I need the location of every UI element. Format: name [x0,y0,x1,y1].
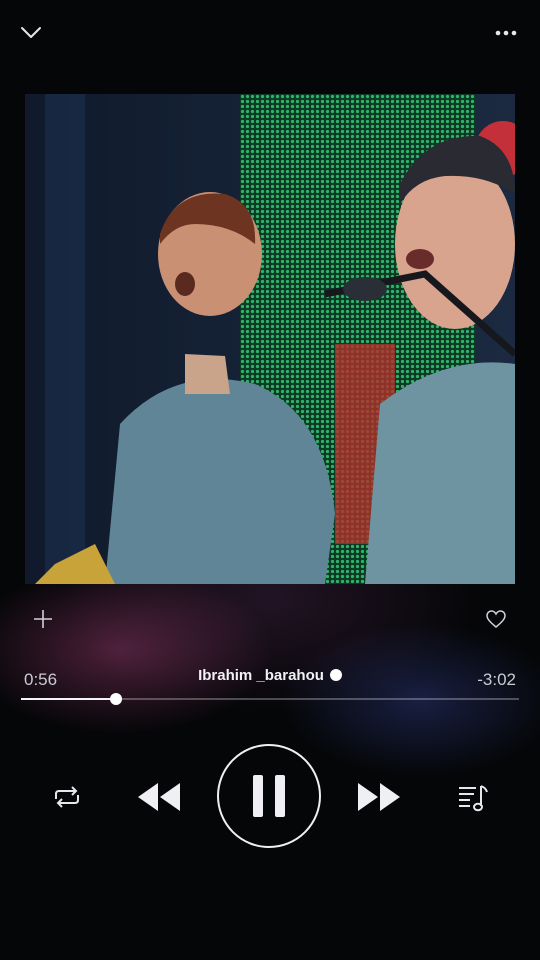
more-options-button[interactable] [492,22,522,44]
playlist-icon [459,785,488,812]
repeat-icon [55,786,79,808]
fast-forward-icon [358,783,400,811]
artist-name: Ibrahim _barahou [198,667,324,684]
collapse-button[interactable] [18,22,44,44]
artist-name-row[interactable]: Ibrahim _barahou [0,667,540,684]
rewind-icon [138,783,180,811]
progress-knob[interactable] [109,693,122,705]
plus-icon [34,610,52,628]
progress-slider[interactable] [21,693,519,705]
time-remaining: -3:02 [477,670,516,689]
progress-fill [21,698,116,700]
chevron-down-icon [21,27,41,38]
add-button[interactable] [30,606,56,632]
repeat-button[interactable] [50,782,84,812]
verified-dot-icon [329,669,342,681]
more-dots-icon [495,30,517,36]
favorite-button[interactable] [484,607,508,631]
previous-button[interactable] [136,780,182,814]
top-bar [0,0,540,64]
video-artwork [25,94,515,584]
pause-icon [253,775,285,817]
heart-outline-icon [486,610,506,628]
next-button[interactable] [356,780,402,814]
queue-button[interactable] [456,782,490,814]
pause-button[interactable] [217,744,321,848]
